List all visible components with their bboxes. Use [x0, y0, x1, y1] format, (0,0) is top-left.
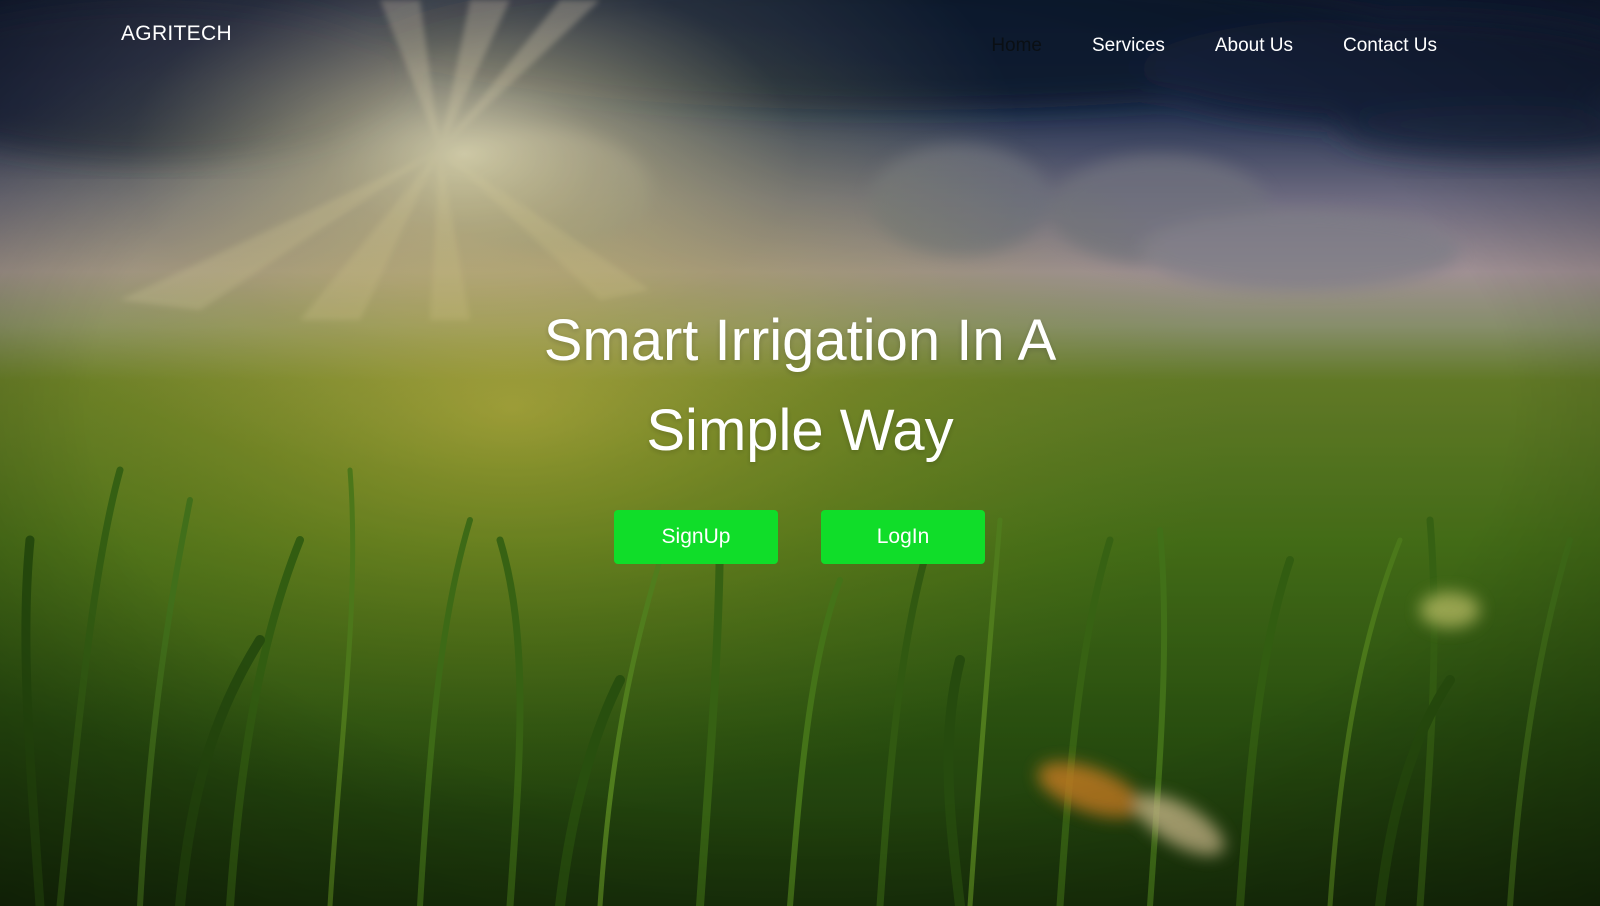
main-nav: Home Services About Us Contact Us	[991, 32, 1437, 60]
login-button[interactable]: LogIn	[821, 510, 985, 564]
nav-link-services[interactable]: Services	[1092, 32, 1165, 60]
hero-headline-line-1: Smart Irrigation In A	[543, 308, 1057, 373]
nav-item-contact-us: Contact Us	[1343, 32, 1437, 60]
nav-item-about-us: About Us	[1215, 32, 1293, 60]
brand-logo[interactable]: AGRITECH	[121, 22, 232, 46]
hero-actions: SignUp LogIn	[614, 510, 985, 564]
nav-link-about-us[interactable]: About Us	[1215, 32, 1293, 60]
hero-section: AGRITECH Home Services About Us Contact …	[0, 0, 1600, 906]
nav-link-home[interactable]: Home	[991, 32, 1042, 60]
nav-item-home: Home	[991, 32, 1042, 60]
nav-link-contact-us[interactable]: Contact Us	[1343, 32, 1437, 60]
signup-button[interactable]: SignUp	[614, 510, 778, 564]
hero-headline: Smart Irrigation In A Simple Way	[0, 296, 1600, 476]
nav-item-services: Services	[1092, 32, 1165, 60]
hero-headline-line-2: Simple Way	[646, 398, 954, 463]
